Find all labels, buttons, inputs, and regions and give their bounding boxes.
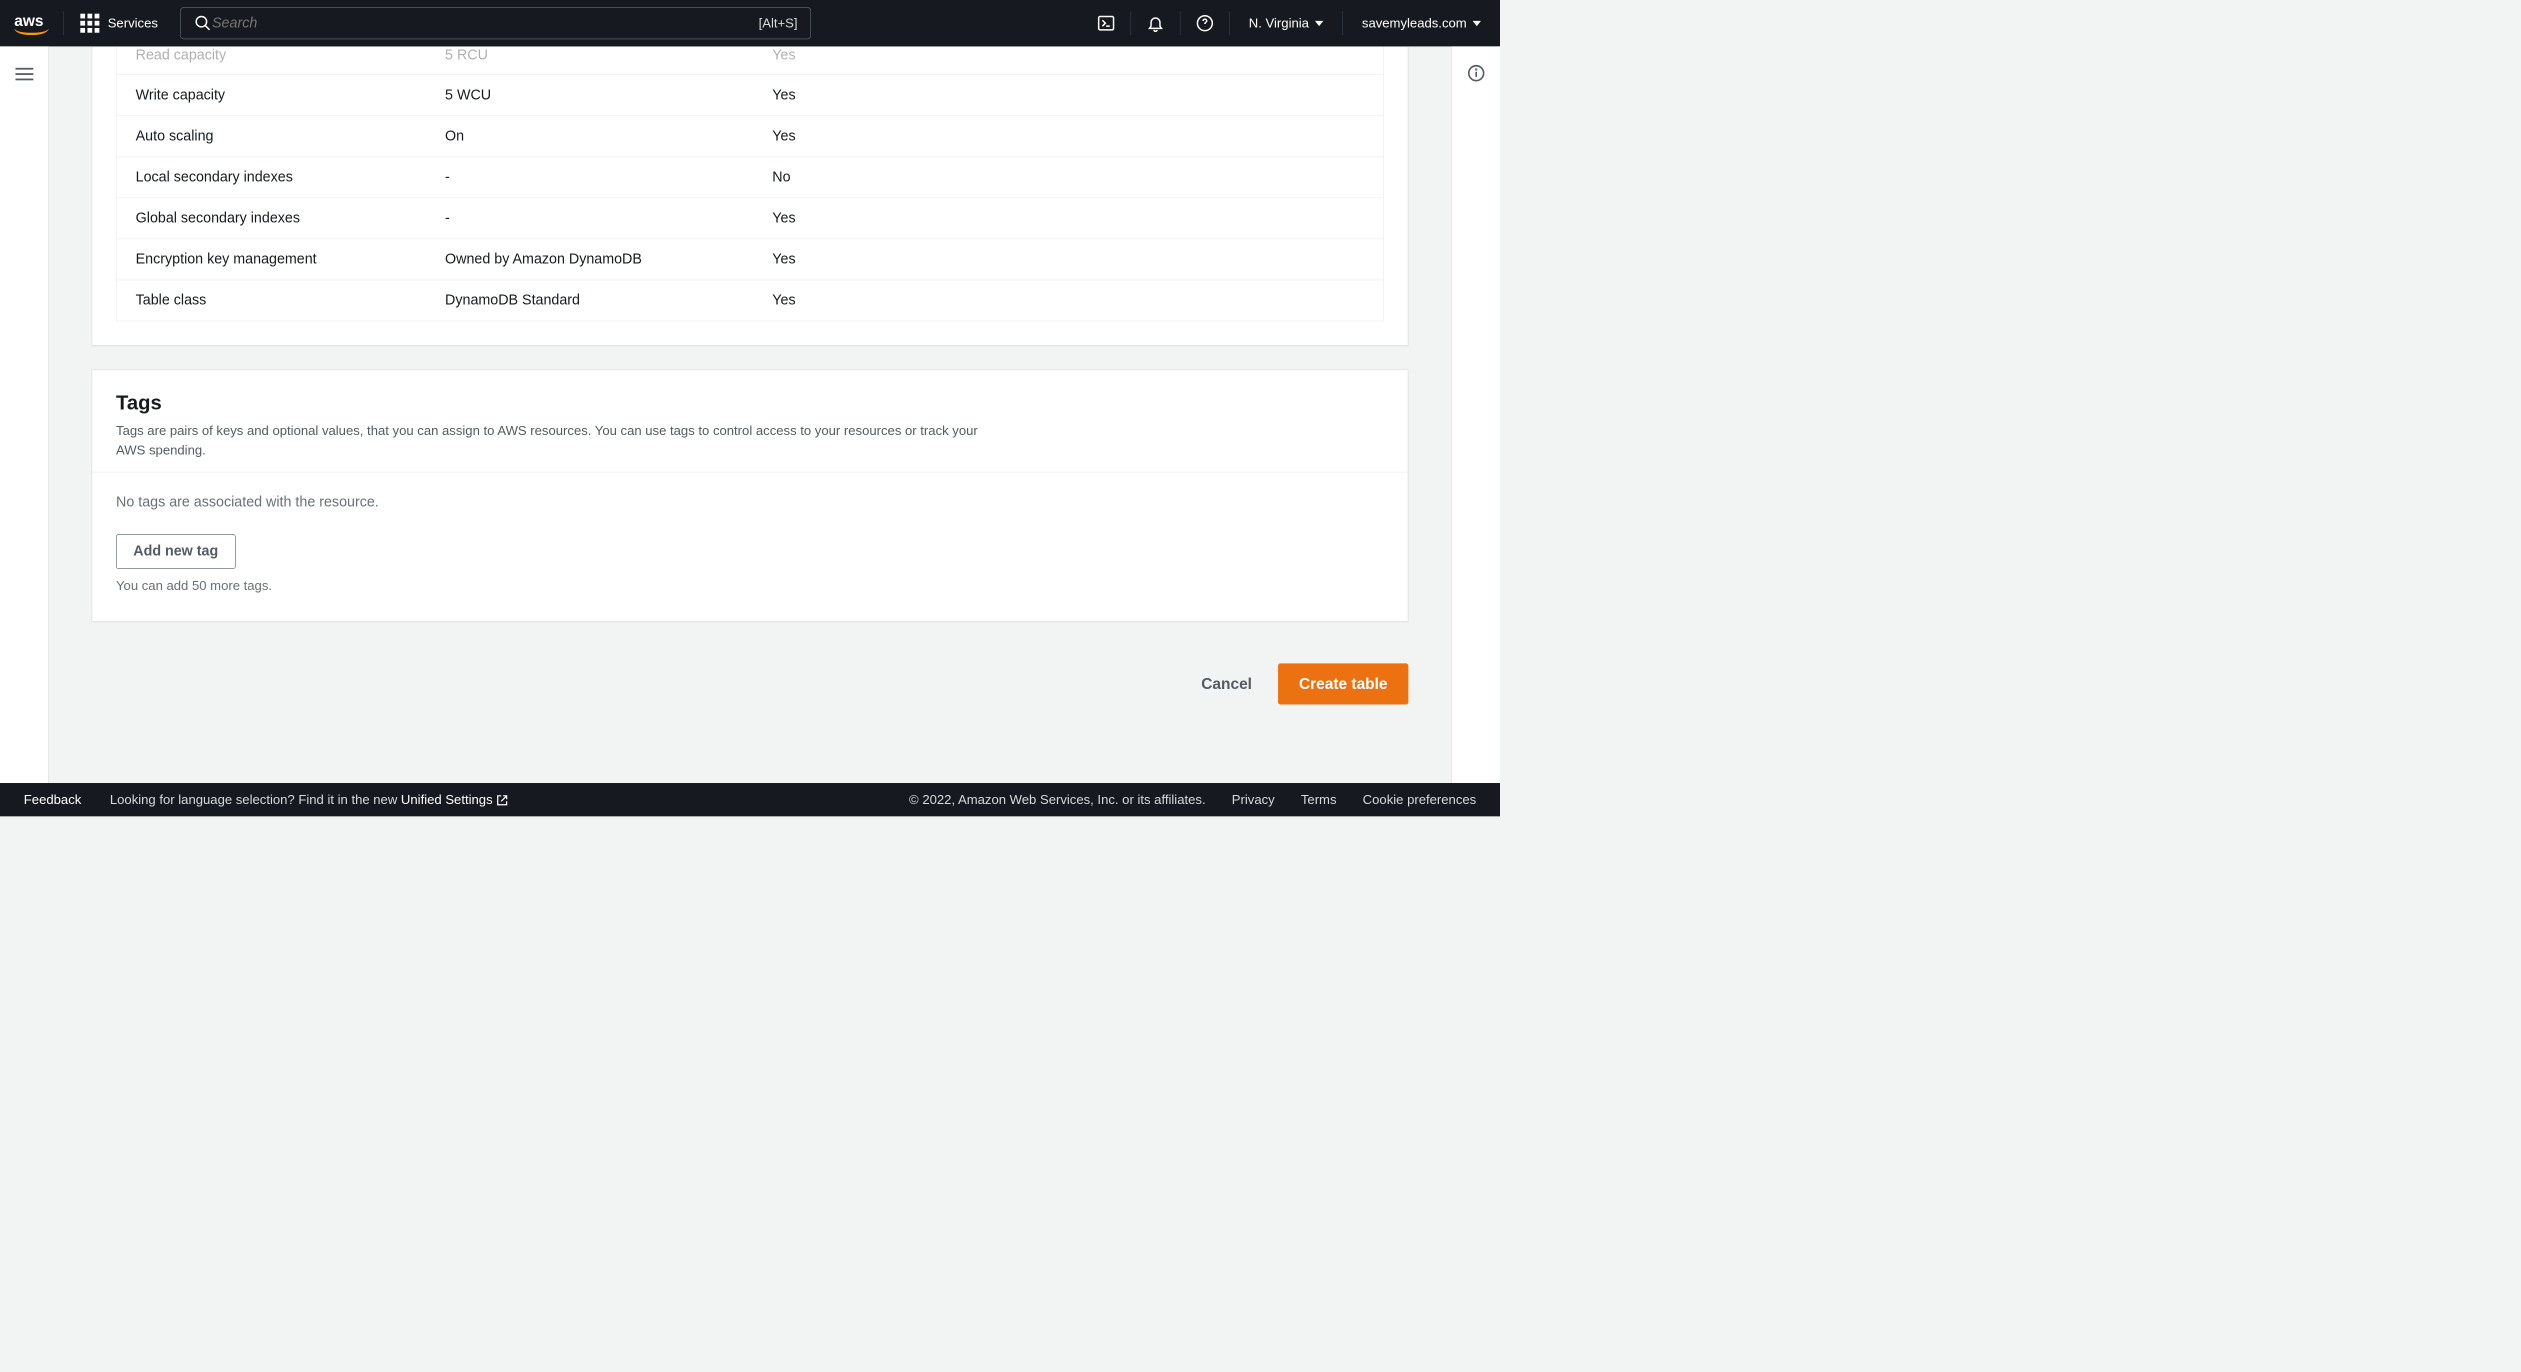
cancel-button[interactable]: Cancel	[1195, 663, 1258, 704]
cloudshell-icon	[1097, 14, 1115, 32]
add-new-tag-button[interactable]: Add new tag	[116, 534, 235, 569]
sidebar-toggle[interactable]	[15, 64, 33, 783]
external-link-icon	[496, 794, 508, 806]
unified-settings-link[interactable]: Unified Settings	[401, 792, 508, 807]
feedback-link[interactable]: Feedback	[24, 792, 81, 807]
tags-empty-message: No tags are associated with the resource…	[116, 494, 1384, 511]
info-icon[interactable]	[1467, 64, 1485, 82]
terms-link[interactable]: Terms	[1301, 792, 1337, 807]
account-label: savemyleads.com	[1362, 15, 1467, 30]
bell-icon	[1146, 14, 1164, 32]
tags-heading: Tags	[116, 392, 1384, 415]
table-row: Local secondary indexes - No	[117, 156, 1384, 197]
tags-hint: You can add 50 more tags.	[116, 578, 1384, 593]
services-label: Services	[108, 15, 158, 30]
setting-editable: Yes	[772, 47, 1364, 64]
table-row: Read capacity 5 RCU Yes	[117, 47, 1384, 74]
help-icon	[1196, 14, 1214, 32]
chevron-down-icon	[1315, 21, 1323, 26]
setting-editable: Yes	[772, 210, 1364, 227]
setting-value: 5 WCU	[445, 87, 772, 104]
lang-prompt: Looking for language selection? Find it …	[110, 792, 508, 807]
aws-logo[interactable]: aws	[0, 12, 63, 35]
table-row: Global secondary indexes - Yes	[117, 198, 1384, 239]
main-content: Read capacity 5 RCU Yes Write capacity 5…	[49, 46, 1451, 783]
settings-panel: Read capacity 5 RCU Yes Write capacity 5…	[92, 46, 1409, 345]
tags-panel: Tags Tags are pairs of keys and optional…	[92, 369, 1409, 621]
setting-label: Table class	[136, 292, 445, 309]
setting-value: -	[445, 210, 772, 227]
setting-editable: Yes	[772, 292, 1364, 309]
table-row: Auto scaling On Yes	[117, 115, 1384, 156]
search-shortcut: [Alt+S]	[759, 15, 798, 30]
setting-editable: Yes	[772, 128, 1364, 145]
setting-editable: Yes	[772, 87, 1364, 104]
account-selector[interactable]: savemyleads.com	[1343, 15, 1500, 30]
setting-label: Local secondary indexes	[136, 169, 445, 186]
setting-label: Read capacity	[136, 47, 445, 64]
setting-value: DynamoDB Standard	[445, 292, 772, 309]
table-row: Table class DynamoDB Standard Yes	[117, 280, 1384, 321]
chevron-down-icon	[1473, 21, 1481, 26]
help-panel-collapsed	[1451, 46, 1500, 783]
setting-value: 5 RCU	[445, 47, 772, 64]
services-menu[interactable]: Services	[64, 14, 175, 33]
setting-value: -	[445, 169, 772, 186]
top-navigation: aws Services [Alt+S] N. Virginia savemyl…	[0, 0, 1500, 46]
notifications-button[interactable]	[1131, 14, 1180, 32]
setting-value: On	[445, 128, 772, 145]
setting-label: Auto scaling	[136, 128, 445, 145]
search-box[interactable]: [Alt+S]	[180, 7, 811, 39]
sidebar-collapsed	[0, 46, 49, 783]
privacy-link[interactable]: Privacy	[1232, 792, 1275, 807]
grid-icon	[80, 14, 99, 33]
footer: Feedback Looking for language selection?…	[0, 783, 1500, 816]
cookie-preferences-link[interactable]: Cookie preferences	[1363, 792, 1477, 807]
tags-description: Tags are pairs of keys and optional valu…	[116, 421, 985, 460]
setting-editable: No	[772, 169, 1364, 186]
region-label: N. Virginia	[1249, 15, 1309, 30]
setting-value: Owned by Amazon DynamoDB	[445, 251, 772, 268]
table-row: Write capacity 5 WCU Yes	[117, 74, 1384, 115]
create-table-button[interactable]: Create table	[1278, 663, 1408, 704]
region-selector[interactable]: N. Virginia	[1230, 15, 1343, 30]
search-input[interactable]	[212, 15, 759, 32]
setting-label: Write capacity	[136, 87, 445, 104]
help-button[interactable]	[1180, 14, 1229, 32]
cloudshell-button[interactable]	[1082, 14, 1131, 32]
table-row: Encryption key management Owned by Amazo…	[117, 239, 1384, 280]
setting-editable: Yes	[772, 251, 1364, 268]
setting-label: Encryption key management	[136, 251, 445, 268]
copyright: © 2022, Amazon Web Services, Inc. or its…	[909, 792, 1206, 807]
form-actions: Cancel Create table	[92, 646, 1409, 741]
setting-label: Global secondary indexes	[136, 210, 445, 227]
search-icon	[194, 14, 212, 32]
